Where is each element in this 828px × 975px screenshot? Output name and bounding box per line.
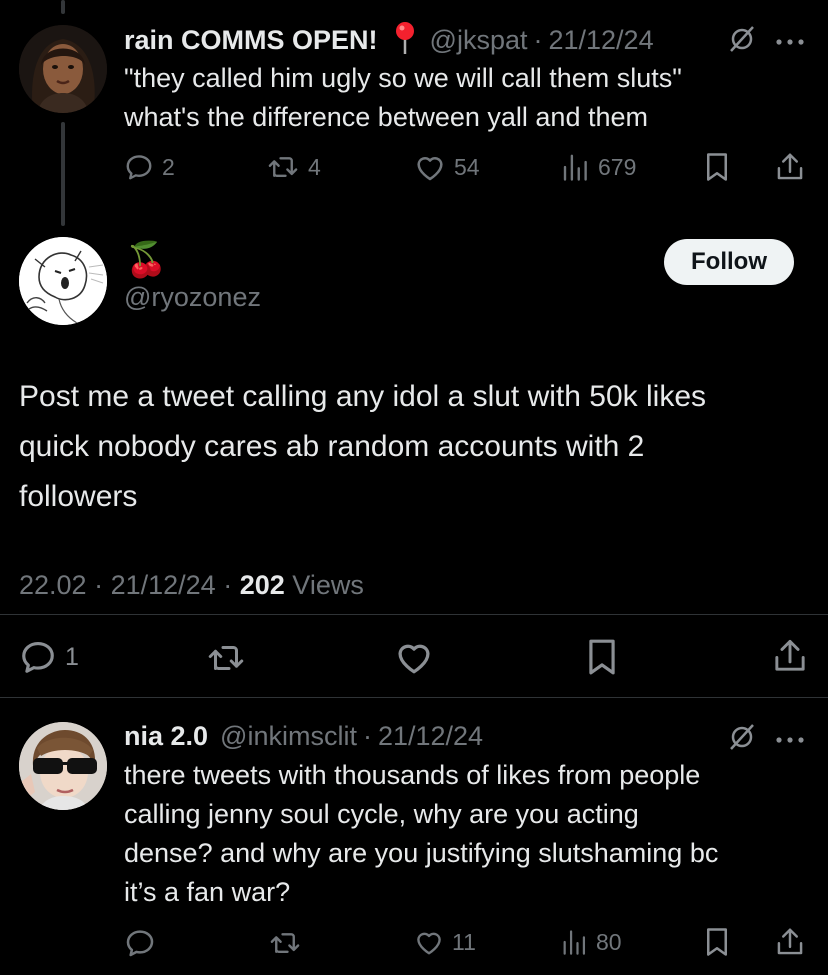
- tweet3-line: calling jenny soul cycle, why are you ac…: [124, 799, 639, 829]
- grok-slash-icon[interactable]: [728, 722, 756, 757]
- tweet1-date[interactable]: 21/12/24: [548, 25, 653, 56]
- pin-icon: [392, 21, 418, 60]
- tweet3-handle[interactable]: @inkimsclit: [220, 721, 357, 752]
- main-tweet-line: Post me a tweet calling any idol a slut …: [19, 380, 706, 413]
- tweet1-handle[interactable]: @jkspat: [430, 25, 528, 56]
- main-heart-icon[interactable]: [394, 639, 434, 680]
- views-icon: [563, 154, 587, 181]
- divider-top: [0, 614, 828, 615]
- avatar-nia-image: [19, 722, 107, 810]
- avatar-rain[interactable]: [19, 25, 107, 113]
- main-share-icon[interactable]: [772, 637, 808, 680]
- avatar-nia[interactable]: [19, 722, 107, 810]
- retweet-count: 4: [308, 153, 321, 180]
- tweet3-date[interactable]: 21/12/24: [378, 721, 483, 752]
- tweet3-like-button[interactable]: 11: [414, 928, 476, 956]
- reply-button[interactable]: 2: [124, 152, 175, 182]
- reply-icon[interactable]: [124, 927, 156, 964]
- main-tweet-meta: 22.02 · 21/12/24 · 202 Views: [19, 570, 364, 601]
- tweet1-line: "they called him ugly so we will call th…: [124, 63, 682, 93]
- retweet-icon: [268, 157, 298, 177]
- tweet1-body: "they called him ugly so we will call th…: [124, 59, 682, 137]
- retweet-icon[interactable]: [268, 928, 302, 963]
- tweet3-line: there tweets with thousands of likes fro…: [124, 760, 701, 790]
- tweet1-display-name[interactable]: rain COMMS OPEN!: [124, 25, 378, 56]
- views-count: 679: [598, 153, 637, 180]
- reply-icon: [126, 155, 152, 180]
- thread-line-top: [61, 0, 65, 14]
- separator-dot: ·: [533, 24, 543, 55]
- tweet1-line: what's the difference between yall and t…: [124, 102, 648, 132]
- more-options-icon[interactable]: [775, 731, 805, 749]
- main-views-count[interactable]: 202: [240, 570, 285, 600]
- main-retweet-icon[interactable]: [204, 640, 248, 681]
- follow-button[interactable]: Follow: [664, 239, 794, 285]
- grok-slash-icon[interactable]: [728, 24, 756, 59]
- tweet3-line: dense? and why are you justifying slutsh…: [124, 838, 719, 868]
- retweet-button[interactable]: 4: [266, 152, 321, 182]
- heart-icon: [417, 157, 443, 181]
- separator-dot: ·: [362, 720, 372, 751]
- thread-line-middle: [61, 122, 65, 226]
- views-button[interactable]: 679: [560, 152, 636, 182]
- main-tweet-body: Post me a tweet calling any idol a slut …: [19, 372, 706, 522]
- share-icon[interactable]: [775, 926, 805, 963]
- like-count: 54: [454, 153, 480, 180]
- main-views-label: Views: [292, 570, 364, 600]
- avatar-ryozonez-image: [19, 237, 107, 325]
- views-icon: [563, 930, 586, 955]
- bookmark-icon[interactable]: [704, 152, 730, 187]
- more-options-icon[interactable]: [775, 33, 805, 51]
- main-tweet-line: quick nobody cares ab random accounts wi…: [19, 430, 645, 463]
- main-reply-count: 1: [65, 642, 79, 671]
- avatar-ryozonez[interactable]: [19, 237, 107, 325]
- main-tweet-line: followers: [19, 480, 138, 513]
- heart-icon: [417, 932, 441, 955]
- share-icon[interactable]: [775, 151, 805, 188]
- tweet1-header: rain COMMS OPEN! @jkspat · 21/12/24: [124, 21, 654, 60]
- tweet3-like-count: 11: [452, 928, 476, 955]
- tweet3-line: it’s a fan war?: [124, 877, 291, 907]
- main-handle[interactable]: @ryozonez: [124, 282, 261, 313]
- reply-count: 2: [162, 153, 175, 180]
- tweet3-display-name[interactable]: nia 2.0: [124, 721, 208, 752]
- separator-dot: ·: [223, 570, 240, 600]
- main-tweet-time[interactable]: 22.02: [19, 570, 87, 600]
- main-reply-button[interactable]: 1: [19, 638, 79, 676]
- tweet3-views-button[interactable]: 80: [560, 928, 622, 956]
- divider-bottom: [0, 697, 828, 698]
- main-tweet-date[interactable]: 21/12/24: [111, 570, 216, 600]
- avatar-rain-image: [19, 25, 107, 113]
- bookmark-icon[interactable]: [704, 927, 730, 962]
- reply-icon: [22, 641, 54, 673]
- tweet3-views-count: 80: [596, 928, 622, 955]
- main-bookmark-icon[interactable]: [586, 638, 618, 681]
- tweet3-header: nia 2.0 @inkimsclit · 21/12/24: [124, 718, 483, 754]
- cherry-emoji: 🍒: [125, 241, 168, 279]
- separator-dot: ·: [94, 570, 111, 600]
- tweet3-body: there tweets with thousands of likes fro…: [124, 756, 718, 912]
- like-button[interactable]: 54: [414, 152, 480, 182]
